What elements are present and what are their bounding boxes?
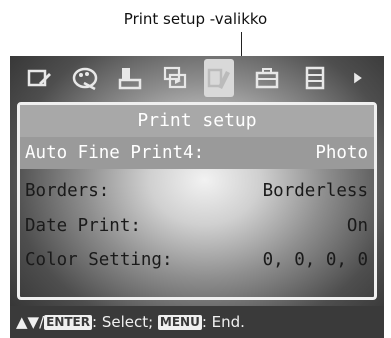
lcd-screen: Print setup Auto Fine Print4: Photo Bord… — [10, 56, 384, 338]
row-label: Borders: — [25, 181, 110, 201]
menu-key-badge: MENU — [157, 315, 202, 330]
menu-toolbar — [10, 56, 384, 100]
callout-caption: Print setup -valikko — [123, 10, 268, 28]
row-value: On — [346, 216, 368, 236]
scroll-right-icon[interactable] — [348, 63, 368, 93]
print-setup-menu: Print setup Auto Fine Print4: Photo Bord… — [17, 102, 377, 300]
enter-key-badge: ENTER — [44, 315, 92, 330]
end-hint: : End. — [201, 313, 245, 331]
select-hint: : Select; — [92, 313, 158, 331]
toolbox-icon[interactable] — [252, 63, 282, 93]
menu-row-auto-fine-print[interactable]: Auto Fine Print4: Photo — [20, 137, 374, 169]
help-bar: ▲▼/ENTER: Select; MENU: End. — [10, 306, 384, 338]
menu-title: Print setup — [20, 105, 374, 137]
print-setup-icon[interactable] — [204, 59, 234, 97]
print-icon[interactable] — [115, 63, 145, 93]
menu-row-borders[interactable]: Borders: Borderless — [20, 175, 374, 207]
options-icon[interactable] — [300, 63, 330, 93]
creative-icon[interactable] — [70, 63, 100, 93]
row-value: 0, 0, 0, 0 — [262, 250, 368, 270]
row-value: Borderless — [262, 181, 368, 201]
row-label: Color Setting: — [25, 250, 173, 270]
menu-row-color-setting[interactable]: Color Setting: 0, 0, 0, 0 — [20, 244, 374, 276]
edit-icon[interactable] — [24, 63, 54, 93]
row-label: Auto Fine Print4: — [25, 143, 205, 163]
row-label: Date Print: — [25, 216, 141, 236]
row-value: Photo — [315, 143, 368, 163]
slideshow-icon[interactable] — [160, 63, 190, 93]
menu-row-date-print[interactable]: Date Print: On — [20, 210, 374, 242]
up-down-arrows-icon: ▲▼/ — [16, 313, 45, 331]
